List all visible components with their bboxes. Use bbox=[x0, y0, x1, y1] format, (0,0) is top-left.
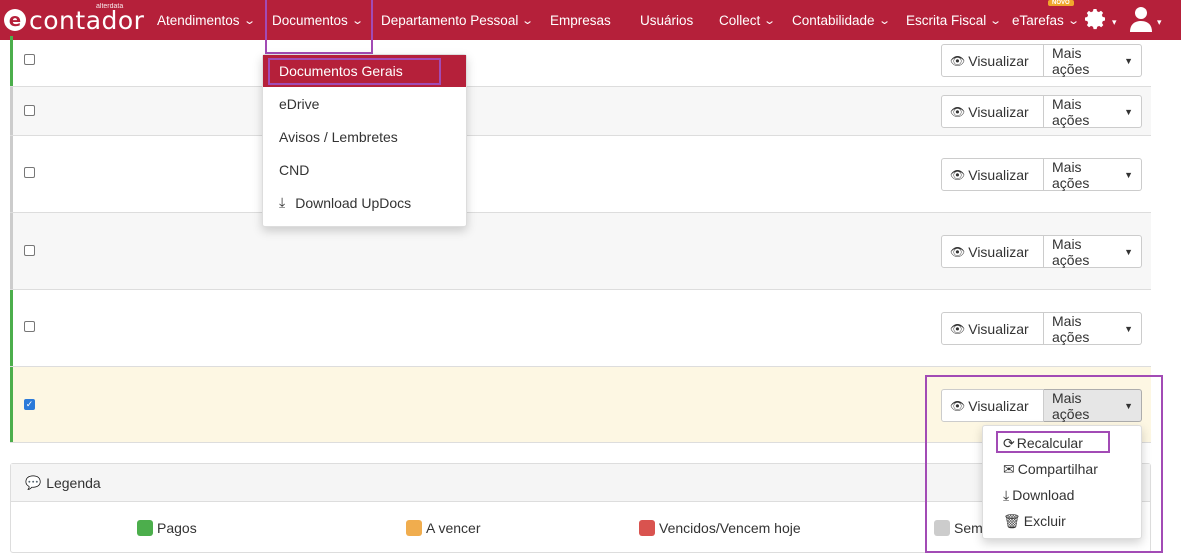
menu-edrive[interactable]: eDrive bbox=[263, 87, 466, 120]
visualizar-button[interactable]: 👁 Visualizar bbox=[941, 158, 1044, 191]
menu-documentos-gerais[interactable]: Documentos Gerais bbox=[263, 55, 466, 87]
download-icon: ⤓ bbox=[279, 194, 286, 210]
row-checkbox[interactable] bbox=[24, 167, 35, 178]
legend-item-vencidos: Vencidos/Vencem hoje bbox=[639, 520, 801, 536]
row-checkbox[interactable] bbox=[24, 105, 35, 116]
swatch-gray bbox=[934, 520, 950, 536]
status-bar bbox=[10, 36, 13, 86]
chevron-down-icon: ⌄ bbox=[242, 14, 256, 27]
caret-down-icon: ▼ bbox=[1124, 106, 1133, 117]
visualizar-button[interactable]: 👁 Visualizar bbox=[941, 44, 1044, 77]
status-bar bbox=[10, 87, 13, 135]
caret-down-icon: ▼ bbox=[1124, 323, 1133, 334]
legenda-panel: 💬 Legenda Pagos A vencer Vencidos/Vencem… bbox=[10, 463, 1151, 553]
chevron-down-icon: ⌄ bbox=[350, 14, 364, 27]
legend-item-pagos: Pagos bbox=[137, 520, 197, 536]
status-bar bbox=[10, 136, 13, 212]
visualizar-button[interactable]: 👁 Visualizar bbox=[941, 235, 1044, 268]
chevron-down-icon: ⌄ bbox=[1066, 14, 1080, 27]
logo-e-icon: e bbox=[4, 9, 26, 31]
eye-icon: 👁 bbox=[950, 104, 966, 119]
caret-down-icon: ▾ bbox=[1112, 17, 1117, 27]
action-recalcular[interactable]: ⟳ Recalcular bbox=[983, 430, 1141, 456]
mais-acoes-button[interactable]: Mais ações ▼ bbox=[1044, 158, 1142, 191]
caret-down-icon: ▼ bbox=[1124, 169, 1133, 180]
user-icon[interactable] bbox=[1130, 6, 1152, 37]
top-navbar: e contador alterdata Atendimentos ⌄ Docum… bbox=[0, 0, 1181, 40]
eye-icon: 👁 bbox=[950, 398, 966, 413]
status-bar bbox=[10, 290, 13, 366]
caret-down-icon: ▼ bbox=[1124, 246, 1133, 257]
nav-departamento-pessoal[interactable]: Departamento Pessoal ⌄ bbox=[381, 0, 535, 40]
nav-escrita-fiscal[interactable]: Escrita Fiscal ⌄ bbox=[906, 0, 1003, 40]
caret-down-icon: ▾ bbox=[1157, 17, 1162, 27]
refresh-icon: ⟳ bbox=[1003, 434, 1015, 451]
action-download[interactable]: ⤓ Download bbox=[983, 482, 1141, 508]
legend-item-sem: Sem bbox=[934, 520, 983, 536]
contador-logo[interactable]: e contador bbox=[4, 2, 144, 38]
table-row-selected: ✓ 👁 Visualizar Mais ações ▼ bbox=[10, 367, 1151, 443]
menu-cnd[interactable]: CND bbox=[263, 153, 466, 186]
table-row: 👁 Visualizar Mais ações ▼ bbox=[10, 36, 1151, 87]
mais-acoes-button[interactable]: Mais ações ▼ bbox=[1044, 312, 1142, 345]
chevron-down-icon: ⌄ bbox=[763, 14, 777, 27]
documentos-dropdown: Documentos Gerais eDrive Avisos / Lembre… bbox=[262, 54, 467, 227]
nav-empresas[interactable]: Empresas bbox=[550, 0, 611, 40]
caret-down-icon: ▼ bbox=[1124, 55, 1133, 66]
nav-usuarios[interactable]: Usuários bbox=[640, 0, 693, 40]
comment-icon: 💬 bbox=[25, 474, 42, 490]
action-compartilhar[interactable]: ✉ Compartilhar bbox=[983, 456, 1141, 482]
legend-item-a-vencer: A vencer bbox=[406, 520, 480, 536]
status-bar bbox=[10, 367, 13, 442]
eye-icon: 👁 bbox=[950, 167, 966, 182]
row-checkbox[interactable] bbox=[24, 54, 35, 65]
swatch-orange bbox=[406, 520, 422, 536]
visualizar-button[interactable]: 👁 Visualizar bbox=[941, 389, 1044, 422]
table-row: 👁 Visualizar Mais ações ▼ bbox=[10, 290, 1151, 367]
legenda-title: Legenda bbox=[46, 474, 101, 491]
swatch-green bbox=[137, 520, 153, 536]
row-checkbox[interactable] bbox=[24, 321, 35, 332]
caret-down-icon: ▼ bbox=[1124, 400, 1133, 411]
action-excluir[interactable]: 🗑 Excluir bbox=[983, 508, 1141, 534]
row-checkbox-checked[interactable]: ✓ bbox=[24, 399, 35, 410]
mais-acoes-dropdown: ⟳ Recalcular ✉ Compartilhar ⤓ Download 🗑 Exc… bbox=[982, 425, 1142, 539]
chevron-down-icon: ⌄ bbox=[877, 14, 891, 27]
mais-acoes-button[interactable]: Mais ações ▼ bbox=[1044, 95, 1142, 128]
status-bar bbox=[10, 213, 13, 289]
nav-collect[interactable]: Collect ⌄ bbox=[719, 0, 777, 40]
menu-download-updocs[interactable]: ⤓ Download UpDocs bbox=[263, 186, 466, 219]
table-row: 👁 Visualizar Mais ações ▼ bbox=[10, 87, 1151, 136]
mais-acoes-button[interactable]: Mais ações ▼ bbox=[1044, 44, 1142, 77]
trash-icon: 🗑 bbox=[1003, 512, 1021, 529]
row-checkbox[interactable] bbox=[24, 245, 35, 256]
table-row: 👁 Visualizar Mais ações ▼ bbox=[10, 136, 1151, 213]
envelope-icon: ✉ bbox=[1003, 460, 1015, 477]
mais-acoes-button[interactable]: Mais ações ▼ bbox=[1044, 389, 1142, 422]
novo-badge: NOVO bbox=[1048, 0, 1074, 6]
logo-text: contador bbox=[29, 5, 145, 35]
gear-icon[interactable] bbox=[1084, 7, 1108, 38]
eye-icon: 👁 bbox=[950, 53, 966, 68]
mais-acoes-button[interactable]: Mais ações ▼ bbox=[1044, 235, 1142, 268]
nav-atendimentos[interactable]: Atendimentos ⌄ bbox=[157, 0, 256, 40]
visualizar-button[interactable]: 👁 Visualizar bbox=[941, 312, 1044, 345]
menu-avisos-lembretes[interactable]: Avisos / Lembretes bbox=[263, 120, 466, 153]
visualizar-button[interactable]: 👁 Visualizar bbox=[941, 95, 1044, 128]
nav-etarefas[interactable]: eTarefas ⌄ bbox=[1012, 0, 1080, 40]
chevron-down-icon: ⌄ bbox=[989, 14, 1003, 27]
table-row: 👁 Visualizar Mais ações ▼ bbox=[10, 213, 1151, 290]
nav-contabilidade[interactable]: Contabilidade ⌄ bbox=[792, 0, 891, 40]
nav-documentos[interactable]: Documentos ⌄ bbox=[272, 0, 364, 40]
eye-icon: 👁 bbox=[950, 244, 966, 259]
logo-subtext: alterdata bbox=[96, 3, 124, 10]
eye-icon: 👁 bbox=[950, 321, 966, 336]
download-icon: ⤓ bbox=[1003, 486, 1010, 503]
chevron-down-icon: ⌄ bbox=[521, 14, 535, 27]
swatch-red bbox=[639, 520, 655, 536]
